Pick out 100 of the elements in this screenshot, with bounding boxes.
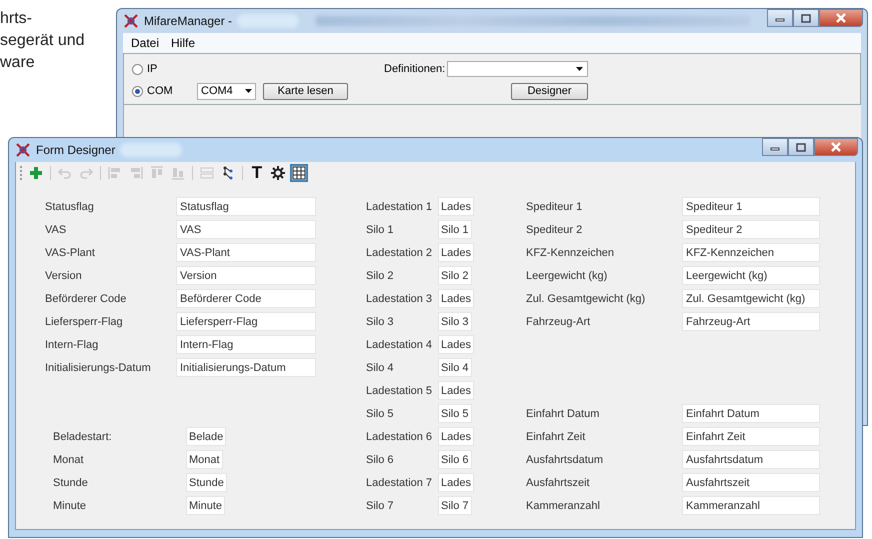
field-label: Ausfahrtszeit [526, 476, 591, 488]
field-label: Version [45, 270, 83, 282]
field-label: Spediteur 1 [526, 200, 584, 212]
app-logo-icon [15, 143, 31, 157]
field-label: Initialisierungs-Datum [45, 362, 152, 374]
field-label: Ladestation 7 [366, 476, 434, 488]
text-field[interactable]: Zul. Gesamtgewicht (kg) [682, 289, 820, 308]
text-field[interactable]: Spediteur 1 [682, 197, 820, 216]
text-field[interactable]: VAS-Plant [176, 243, 316, 262]
maximize-icon [796, 142, 806, 152]
text-field[interactable]: Fahrzeug-Art [682, 312, 820, 331]
page-text: hrts- [0, 9, 33, 29]
text-tool-button[interactable]: T [248, 164, 266, 182]
text-field[interactable]: Silo 5 [438, 404, 472, 423]
window-title: Form Designer [36, 143, 116, 157]
text-field[interactable]: Lades [438, 289, 474, 308]
field-label: Ladestation 5 [366, 384, 434, 396]
text-field[interactable]: Lades [438, 197, 474, 216]
text-field[interactable]: Belade [186, 427, 226, 446]
caret-icon [245, 89, 252, 93]
field-label: Silo 1 [366, 224, 395, 236]
minimize-button[interactable] [762, 138, 788, 156]
field-label: Minute [53, 500, 88, 512]
radio-button[interactable]: COM [132, 85, 197, 97]
text-field[interactable]: Beförderer Code [176, 289, 316, 308]
text-field[interactable]: Version [176, 266, 316, 285]
text-field[interactable]: Lades [438, 381, 474, 400]
field-label: Statusflag [45, 200, 95, 212]
text-field[interactable]: Statusflag [176, 197, 316, 216]
text-field[interactable]: Lades [438, 243, 474, 262]
radio-button[interactable]: IP [132, 63, 197, 75]
close-button[interactable] [814, 138, 858, 156]
field-label: Silo 7 [366, 500, 395, 512]
text-field[interactable]: Silo 4 [438, 358, 472, 377]
field-label: Stunde [53, 476, 89, 488]
field-label: Ladestation 4 [366, 338, 434, 350]
radio-circle-icon[interactable] [132, 64, 143, 74]
text-field[interactable]: Ausfahrtszeit [682, 473, 820, 492]
field-label: Kammeranzahl [526, 500, 601, 512]
add-icon[interactable] [27, 164, 45, 182]
designer-button[interactable]: Designer [511, 82, 588, 100]
settings-icon[interactable] [269, 164, 287, 182]
text-field[interactable]: Silo 6 [438, 450, 472, 469]
maximize-button[interactable] [788, 138, 814, 156]
text-field[interactable]: KFZ-Kennzeichen [682, 243, 820, 262]
radio-circle-icon[interactable] [132, 86, 143, 96]
minimize-button[interactable] [767, 9, 793, 27]
field-label: Ladestation 2 [366, 246, 434, 258]
text-field[interactable]: Lades [438, 473, 474, 492]
text-field[interactable]: Lades [438, 335, 474, 354]
text-field[interactable]: Ausfahrtsdatum [682, 450, 820, 469]
field-label: Ausfahrtsdatum [526, 454, 604, 466]
text-field[interactable]: Minute [186, 496, 226, 515]
field-label: VAS-Plant [45, 246, 96, 258]
grid-icon[interactable] [290, 164, 308, 182]
field-label: Zul. Gesamtgewicht (kg) [526, 292, 646, 304]
text-field[interactable]: Silo 2 [438, 266, 472, 285]
field-label: Einfahrt Zeit [526, 430, 586, 442]
text-field[interactable]: Intern-Flag [176, 335, 316, 354]
field-label: Silo 4 [366, 362, 395, 374]
window-title: MifareManager - [144, 14, 232, 28]
text-field[interactable]: Stunde [186, 473, 227, 492]
page-text: ware [0, 53, 36, 73]
maximize-button[interactable] [793, 9, 819, 27]
text-field[interactable]: Einfahrt Zeit [682, 427, 820, 446]
field-label: Fahrzeug-Art [526, 316, 592, 328]
field-label: Ladestation 1 [366, 200, 434, 212]
field-label: Liefersperr-Flag [45, 316, 124, 328]
text-field[interactable]: Silo 1 [438, 220, 472, 239]
menu-item[interactable]: Datei [127, 35, 164, 51]
field-label: Intern-Flag [45, 338, 100, 350]
text-field[interactable]: Monat [186, 450, 223, 469]
close-icon [830, 142, 842, 152]
text-field[interactable]: Silo 7 [438, 496, 472, 515]
close-icon [835, 13, 847, 23]
definitions-label: Definitionen: [384, 63, 446, 75]
text-field[interactable]: Spediteur 2 [682, 220, 820, 239]
text-field[interactable]: VAS [176, 220, 316, 239]
text-field[interactable]: Liefersperr-Flag [176, 312, 316, 331]
caret-icon [576, 67, 583, 71]
text-field[interactable]: Leergewicht (kg) [682, 266, 820, 285]
field-label: Silo 2 [366, 270, 395, 282]
text-field[interactable]: Lades [438, 427, 474, 446]
field-label: Spediteur 2 [526, 224, 584, 236]
port-dropdown[interactable]: COM4 [197, 82, 256, 100]
menu-item[interactable]: Hilfe [167, 35, 200, 51]
field-label: Einfahrt Datum [526, 408, 600, 420]
read-card-button[interactable]: Karte lesen [263, 82, 348, 100]
field-label: KFZ-Kennzeichen [526, 246, 616, 258]
text-field[interactable]: Initialisierungs-Datum [176, 358, 316, 377]
field-label: VAS [45, 224, 68, 236]
field-label: Silo 3 [366, 316, 395, 328]
text-field[interactable]: Silo 3 [438, 312, 472, 331]
field-label: Leergewicht (kg) [526, 270, 608, 282]
text-field[interactable]: Kammeranzahl [682, 496, 820, 515]
text-field[interactable]: Einfahrt Datum [682, 404, 820, 423]
field-label: Beladestart: [53, 430, 113, 442]
page-text: segerät und [0, 31, 85, 51]
close-button[interactable] [819, 9, 863, 27]
field-label: Beförderer Code [45, 292, 128, 304]
